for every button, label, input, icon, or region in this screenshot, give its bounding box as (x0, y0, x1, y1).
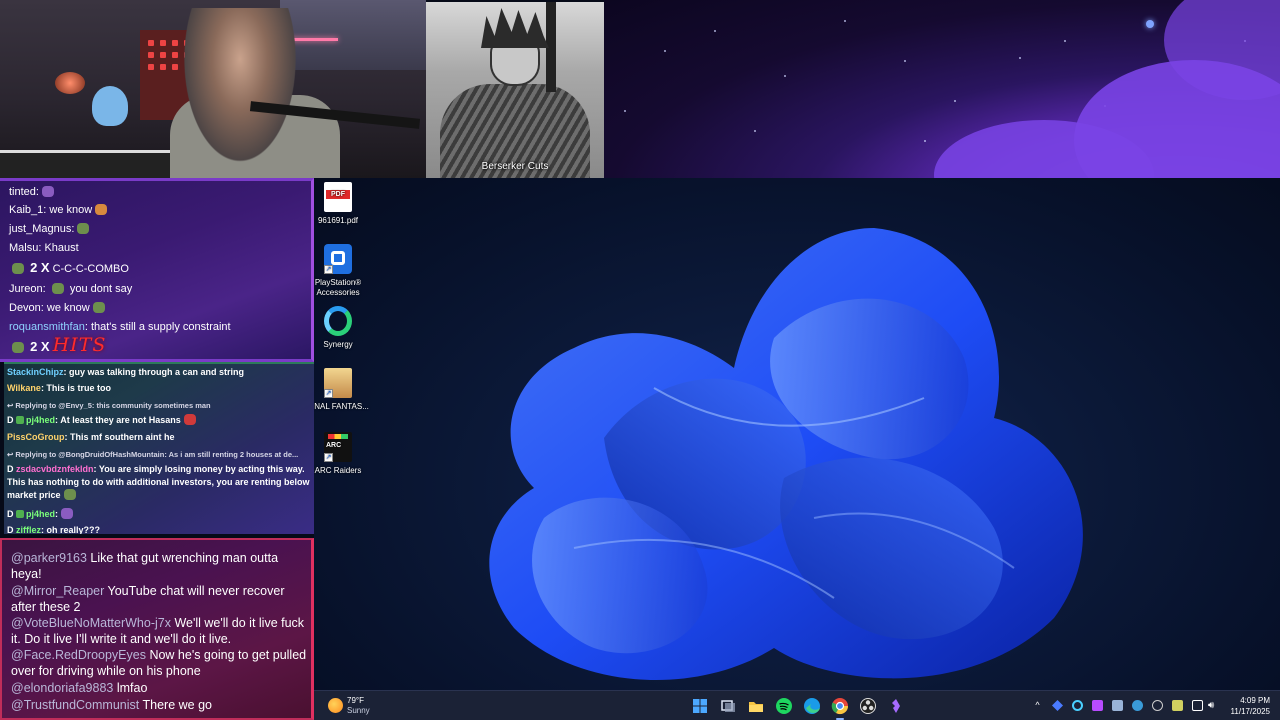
emote-icon (63, 489, 76, 500)
playstation-accessories-icon: ↗ (324, 244, 352, 274)
badge-icon (16, 416, 25, 424)
tray-display-icon[interactable] (1192, 700, 1203, 711)
chevron-up-icon[interactable]: ^ (1032, 700, 1043, 711)
badge-icon (16, 510, 25, 518)
windows-desktop[interactable]: PDF 961691.pdf ↗ PlayStation® Accessorie… (314, 178, 1280, 690)
windows-bloom-wallpaper (489, 228, 1083, 681)
youtube-chat-panel: @parker9163 Like that gut wrenching man … (0, 538, 314, 720)
tray-network-icon[interactable] (1132, 700, 1143, 711)
youtube-chat-message: @VoteBlueNoMatterWho-j7x We'll we'll do … (11, 616, 305, 646)
task-view-icon (721, 700, 735, 712)
tray-bluetooth-icon[interactable] (1052, 700, 1063, 711)
webcam-keyboard (0, 150, 175, 178)
berserk-art-panel: Berserker Cuts (426, 2, 604, 178)
desktop-icon-synergy[interactable]: Synergy (314, 306, 369, 350)
tray-app-icon[interactable] (1092, 700, 1103, 711)
chat-line: PissCoGroup: This mf southern aint he (7, 432, 175, 442)
space-banner (604, 0, 1280, 178)
synergy-icon (324, 306, 352, 336)
task-view-button[interactable] (718, 696, 738, 716)
chat-line: just_Magnus: (9, 222, 92, 236)
desktop-icon-final-fantasy[interactable]: ↗ FINAL FANTAS... (314, 368, 369, 412)
app-icon (892, 699, 900, 713)
tray-steam-icon[interactable] (1112, 700, 1123, 711)
pdf-file-icon: PDF (324, 182, 352, 212)
berserk-hair (481, 8, 549, 48)
tray-settings-icon[interactable] (1152, 700, 1163, 711)
file-explorer-icon (749, 702, 763, 712)
chat-line: roquansmithfan: that's still a supply co… (9, 321, 231, 333)
spotify-icon (776, 698, 792, 714)
youtube-chat-message: @elondoriafa9883 lmfao (11, 681, 148, 695)
desktop-icon-arc-raiders[interactable]: ARC ↗ ARC Raiders (314, 432, 369, 476)
berserk-caption: Berserker Cuts (481, 161, 549, 172)
taskbar: 79°F Sunny ^ 🔊︎ 4:09 PM 11/17/2025 (314, 690, 1280, 720)
chat-line: StackinChipz: guy was talking through a … (7, 367, 245, 377)
spotify-button[interactable] (774, 696, 794, 716)
twitch-chat-panel: tinted: Kaib_1: we know just_Magnus: Mal… (0, 178, 314, 362)
combo-line: 2 X HITS (9, 336, 106, 355)
chat-line: D pj4hed: (7, 508, 314, 521)
chat-line: Wilkane: This is true too (7, 383, 111, 393)
desktop-icon-pdf[interactable]: PDF 961691.pdf (314, 182, 369, 226)
emote-icon (41, 186, 54, 197)
volume-icon[interactable]: 🔊︎ (1208, 700, 1219, 711)
chat-line: tinted: (9, 185, 57, 199)
webcam-streamer-head (175, 8, 305, 178)
desktop-icon-playstation[interactable]: ↗ PlayStation® Accessories (314, 244, 369, 298)
edge-icon (804, 698, 820, 714)
tray-nvidia-icon[interactable] (1172, 700, 1183, 711)
weather-description: Sunny (347, 706, 370, 715)
sun-icon (328, 698, 343, 713)
shortcut-arrow-icon: ↗ (324, 265, 333, 274)
chat-line: Devon: we know (9, 301, 108, 315)
webcam-lamp (55, 72, 85, 94)
emote-icon (95, 204, 108, 215)
obs-icon (860, 698, 876, 714)
weather-temperature: 79°F (347, 696, 364, 705)
arc-raiders-icon: ARC ↗ (324, 432, 352, 462)
chat-line: Jureon: you dont say (9, 283, 133, 295)
chat-overlay-panel: StackinChipz: guy was talking through a … (4, 362, 314, 534)
reply-line: ↩ Replying to @Envy_5: this community so… (7, 401, 211, 410)
emote-icon (51, 283, 64, 294)
chat-line: D zifflez: oh really??? (7, 525, 101, 534)
webcam-feed (0, 0, 426, 178)
shortcut-arrow-icon: ↗ (324, 453, 333, 462)
final-fantasy-icon: ↗ (324, 368, 352, 398)
windows-start-icon (693, 699, 707, 713)
planet-dot (1146, 20, 1154, 28)
file-explorer-button[interactable] (746, 696, 766, 716)
emote-icon (77, 223, 90, 234)
tray-sync-icon[interactable] (1072, 700, 1083, 711)
obs-button[interactable] (858, 696, 878, 716)
youtube-chat-message: @Mirror_Reaper YouTube chat will never r… (11, 584, 285, 614)
start-button[interactable] (690, 696, 710, 716)
combo-line: 2 X C-C-C-COMBO (9, 261, 129, 276)
edge-button[interactable] (802, 696, 822, 716)
youtube-chat-message: @TrustfundCommunist There we go (11, 698, 212, 712)
emote-icon (92, 302, 105, 313)
app-button[interactable] (886, 696, 906, 716)
shortcut-arrow-icon: ↗ (324, 389, 333, 398)
webcam-plush-toy (92, 86, 128, 126)
youtube-chat-message: @Face.RedDroopyEyes Now he's going to ge… (11, 648, 307, 678)
chat-line: D pj4hed: At least they are not Hasans (7, 414, 314, 427)
reply-line: ↩ Replying to @BongDruidOfHashMountain: … (7, 450, 299, 459)
chrome-button[interactable] (830, 696, 850, 720)
chat-line: Malsu: Khaust (9, 242, 79, 254)
emote-icon (183, 414, 196, 425)
clock-date: 11/17/2025 (1230, 707, 1270, 716)
emote-icon (12, 342, 24, 353)
clock-time: 4:09 PM (1240, 696, 1270, 705)
chat-line: D zsdacvbdznfekldn: You are simply losin… (7, 464, 310, 500)
chrome-icon (831, 698, 849, 715)
emote-icon (61, 508, 74, 519)
chat-line: Kaib_1: we know (9, 203, 110, 217)
emote-icon (12, 263, 24, 274)
youtube-chat-message: @parker9163 Like that gut wrenching man … (11, 551, 279, 581)
